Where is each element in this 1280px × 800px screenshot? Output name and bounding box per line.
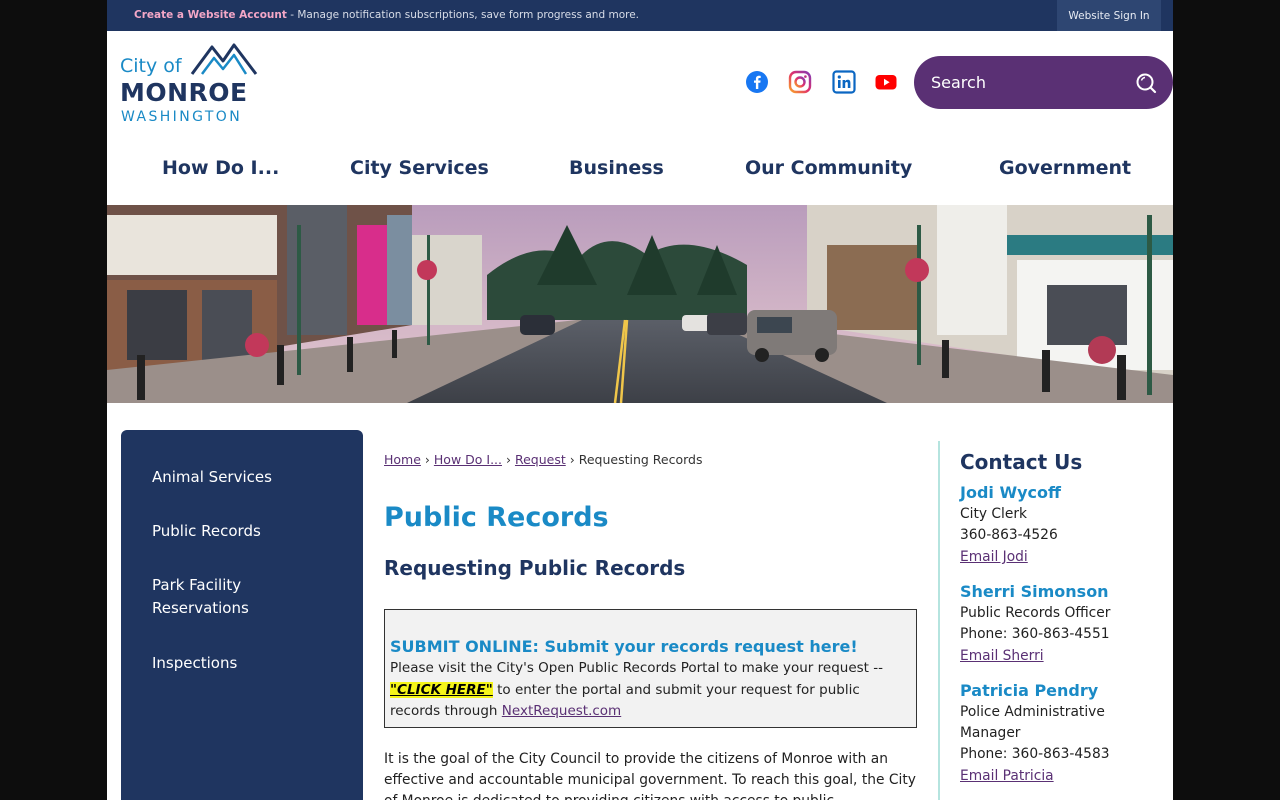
contact-person: Jodi Wycoff City Clerk 360-863-4526 Emai… — [960, 482, 1160, 568]
sidebar-item-animal-services[interactable]: Animal Services — [152, 466, 342, 489]
contact-title: Police Administrative Manager — [960, 704, 1105, 741]
sidebar-item-public-records[interactable]: Public Records — [152, 520, 342, 543]
search-input[interactable] — [931, 70, 1121, 94]
breadcrumb-separator: › — [505, 452, 511, 467]
nav-our-community[interactable]: Our Community — [745, 157, 912, 179]
sidebar-divider — [938, 441, 940, 800]
contact-person: Patricia Pendry Police Administrative Ma… — [960, 680, 1160, 787]
youtube-icon[interactable] — [874, 70, 898, 94]
nextrequest-link[interactable]: NextRequest.com — [502, 703, 621, 719]
click-here-link[interactable]: "CLICK HERE" — [390, 681, 493, 698]
nav-how-do-i[interactable]: How Do I... — [162, 157, 279, 179]
nav-government[interactable]: Government — [999, 157, 1131, 179]
breadcrumb-how-do-i[interactable]: How Do I... — [434, 452, 502, 467]
contact-phone: Phone: 360-863-4583 — [960, 746, 1110, 762]
contact-phone: 360-863-4526 — [960, 527, 1058, 543]
facebook-icon[interactable] — [745, 70, 769, 94]
mountains-icon — [190, 43, 258, 75]
callout-text-intro: Please visit the City's Open Public Reco… — [390, 660, 883, 676]
contact-name: Jodi Wycoff — [960, 483, 1061, 502]
contact-email-link[interactable]: Email Sherri — [960, 646, 1044, 667]
page: Create a Website Account - Manage notifi… — [107, 0, 1173, 800]
sidebar-item-park-facility-reservations[interactable]: Park Facility Reservations — [152, 574, 342, 620]
contact-person: Sherri Simonson Public Records Officer P… — [960, 581, 1160, 667]
submit-online-callout: SUBMIT ONLINE: Submit your records reque… — [384, 609, 917, 728]
breadcrumb-request[interactable]: Request — [515, 452, 566, 467]
contact-us-panel: Contact Us Jodi Wycoff City Clerk 360-86… — [960, 450, 1160, 800]
breadcrumb: Home › How Do I... › Request › Requestin… — [384, 452, 703, 467]
logo-washington: WASHINGTON — [121, 109, 243, 125]
search-bar — [914, 56, 1173, 109]
nav-city-services[interactable]: City Services — [350, 157, 489, 179]
logo-monroe: MONROE — [120, 78, 248, 107]
breadcrumb-current: Requesting Records — [578, 452, 703, 467]
street-banner-image — [107, 205, 1173, 403]
nav-business[interactable]: Business — [569, 157, 664, 179]
main-navigation: How Do I... City Services Business Our C… — [107, 140, 1173, 205]
body-paragraph: It is the goal of the City Council to pr… — [384, 751, 916, 800]
search-icon[interactable] — [1135, 72, 1157, 98]
contact-email-link[interactable]: Email Jodi — [960, 547, 1028, 568]
top-utility-bar: Create a Website Account - Manage notifi… — [107, 0, 1173, 31]
breadcrumb-home[interactable]: Home — [384, 452, 421, 467]
contact-heading: Contact Us — [960, 450, 1083, 474]
contact-name: Sherri Simonson — [960, 582, 1109, 601]
page-subtitle: Requesting Public Records — [384, 556, 686, 580]
account-message: Create a Website Account - Manage notifi… — [134, 9, 639, 21]
callout-text: Please visit the City's Open Public Reco… — [390, 658, 911, 723]
contact-name: Patricia Pendry — [960, 681, 1099, 700]
linkedin-icon[interactable] — [832, 70, 856, 94]
contact-phone: Phone: 360-863-4551 — [960, 626, 1110, 642]
instagram-icon[interactable] — [788, 70, 812, 94]
callout-heading: SUBMIT ONLINE: Submit your records reque… — [390, 637, 858, 656]
sidebar-item-inspections[interactable]: Inspections — [152, 652, 342, 675]
page-title: Public Records — [384, 502, 609, 533]
logo-city-of: City of — [120, 55, 182, 77]
contact-email-link[interactable]: Email Patricia — [960, 766, 1054, 787]
breadcrumb-separator: › — [424, 452, 430, 467]
contact-title: Public Records Officer — [960, 605, 1111, 621]
contact-title: City Clerk — [960, 506, 1028, 522]
account-description: - Manage notification subscriptions, sav… — [286, 9, 640, 21]
breadcrumb-separator: › — [569, 452, 575, 467]
create-account-link[interactable]: Create a Website Account — [134, 9, 287, 21]
website-sign-in-button[interactable]: Website Sign In — [1057, 0, 1161, 31]
sidebar-menu: Animal Services Public Records Park Faci… — [121, 430, 363, 800]
city-logo[interactable]: City of MONROE WASHINGTON — [120, 40, 260, 128]
